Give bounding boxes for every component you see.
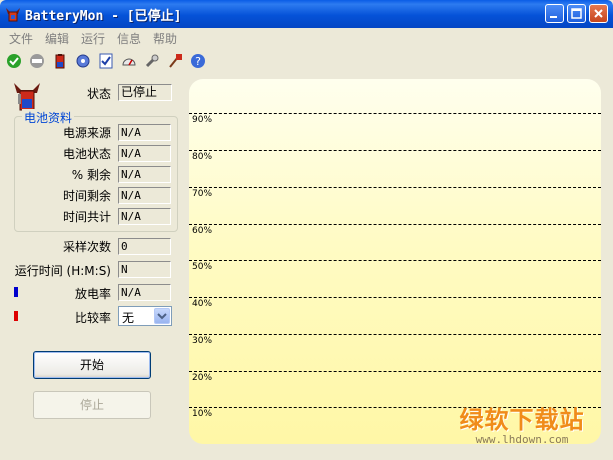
battery-state-label: 电池状态	[62, 147, 111, 161]
gridline	[189, 297, 601, 298]
tick-label: 80%	[192, 152, 213, 162]
percent-remaining-label: % 剩余	[71, 168, 111, 182]
title-bar[interactable]: BatteryMon - [已停止]	[0, 0, 613, 28]
tick-label: 40%	[192, 299, 213, 309]
maximize-button[interactable]	[567, 4, 586, 23]
gridline	[189, 224, 601, 225]
gridline	[189, 150, 601, 151]
samples-label: 采样次数	[62, 240, 111, 254]
menu-edit[interactable]: 编辑	[45, 30, 69, 47]
minimize-icon	[550, 16, 557, 18]
menu-bar: 文件 编辑 运行 信息 帮助	[0, 28, 613, 48]
gauge-icon[interactable]	[121, 53, 137, 69]
close-button[interactable]	[589, 4, 608, 23]
battery-chart: 90% 80% 70% 60% 50% 40% 30% 20% 10%	[189, 79, 601, 444]
check-icon[interactable]	[6, 53, 22, 69]
menu-help[interactable]: 帮助	[153, 30, 177, 47]
help-icon[interactable]: ?	[190, 53, 206, 69]
compare-rate-select[interactable]: 无	[118, 306, 172, 326]
svg-text:?: ?	[195, 55, 201, 68]
discharge-rate-label: 放电率	[74, 287, 111, 301]
menu-file[interactable]: 文件	[9, 30, 33, 47]
stop-button[interactable]: 停止	[33, 391, 151, 419]
tick-label: 50%	[192, 262, 213, 272]
compare-rate-label: 比较率	[74, 311, 111, 325]
status-label: 状态	[86, 87, 111, 101]
toolbar: ?	[0, 50, 613, 72]
tick-label: 90%	[192, 115, 213, 125]
menu-info[interactable]: 信息	[117, 30, 141, 47]
tick-label: 20%	[192, 373, 213, 383]
gridline	[189, 187, 601, 188]
time-remaining-field: N/A	[118, 187, 171, 204]
gridline	[189, 371, 601, 372]
chevron-down-icon	[157, 313, 167, 320]
power-source-label: 电源来源	[62, 126, 111, 140]
discharge-rate-field: N/A	[118, 284, 171, 301]
status-battery-icon	[14, 83, 40, 111]
window-title: BatteryMon - [已停止]	[25, 9, 182, 24]
tick-label: 30%	[192, 336, 213, 346]
close-icon	[594, 9, 603, 18]
time-total-label: 时间共计	[62, 210, 111, 224]
gridline	[189, 113, 601, 114]
tick-label: 60%	[192, 226, 213, 236]
power-source-field: N/A	[118, 124, 171, 141]
wizard-icon[interactable]	[167, 53, 183, 69]
settings-icon[interactable]	[75, 53, 91, 69]
compare-color-swatch	[14, 311, 18, 321]
app-battery-icon	[6, 8, 20, 22]
minimize-button[interactable]	[545, 4, 564, 23]
gridline	[189, 334, 601, 335]
battery-icon[interactable]	[52, 53, 68, 69]
runtime-label: 运行时间 (H:M:S)	[14, 264, 111, 278]
time-total-field: N/A	[118, 208, 171, 225]
tools-icon[interactable]	[144, 53, 160, 69]
maximize-icon	[571, 8, 582, 19]
time-remaining-label: 时间剩余	[62, 189, 111, 203]
start-button[interactable]: 开始	[33, 351, 151, 379]
menu-run[interactable]: 运行	[81, 30, 105, 47]
runtime-field: N	[118, 261, 171, 278]
tick-label: 70%	[192, 189, 213, 199]
watermark-brand: 绿软下载站	[459, 406, 585, 434]
samples-field: 0	[118, 238, 171, 255]
dropdown-button[interactable]	[154, 308, 170, 324]
checklist-icon[interactable]	[98, 53, 114, 69]
compare-rate-selected: 无	[122, 311, 135, 325]
status-field: 已停止	[118, 84, 172, 101]
percent-remaining-field: N/A	[118, 166, 171, 183]
gridline	[189, 260, 601, 261]
discharge-color-swatch	[14, 287, 18, 297]
tick-label: 10%	[192, 409, 213, 419]
battery-state-field: N/A	[118, 145, 171, 162]
stop-icon[interactable]	[29, 53, 45, 69]
watermark: 绿软下载站 www.lhdown.com	[442, 400, 602, 446]
